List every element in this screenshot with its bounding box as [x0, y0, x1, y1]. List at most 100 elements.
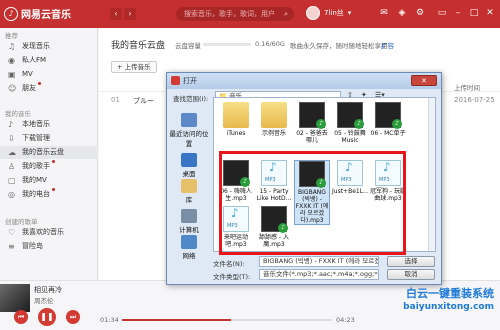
chevron-left-icon: ‹: [114, 9, 118, 18]
sidebar-item-liked[interactable]: ♡ 我喜欢的音乐: [0, 226, 98, 239]
sidebar-item-label: 我的MV: [22, 176, 47, 184]
now-playing-artist[interactable]: 周杰伦: [34, 295, 54, 305]
album-cover[interactable]: [0, 284, 30, 312]
file-item[interactable]: ♪ 02 - 爸爸去哪儿: [294, 102, 330, 144]
sidebar-item-discover[interactable]: ♫ 发现音乐: [0, 40, 98, 53]
computer-icon: [181, 209, 197, 223]
music-icon: ♫: [8, 42, 16, 51]
recent-icon: [181, 113, 197, 127]
pause-icon: ❚❚: [40, 312, 54, 321]
close-icon[interactable]: ✕: [484, 7, 496, 19]
expand-link[interactable]: 扩容: [381, 40, 394, 50]
filetype-label: 文件类型(T):: [213, 273, 251, 281]
sidebar-item-playlist[interactable]: ≡ 冒险岛: [0, 240, 98, 253]
sidebar-item-label: 我的音乐云盘: [22, 148, 64, 156]
album-art-icon: ♪: [375, 102, 402, 129]
back-button[interactable]: ‹: [110, 8, 122, 20]
close-icon: ✕: [421, 77, 427, 85]
capacity-label: 云盘容量: [175, 42, 201, 50]
file-item[interactable]: ♪ 06 - MC单子: [370, 102, 406, 137]
sidebar-section-my-music: 我的音乐: [5, 110, 31, 118]
sidebar-item-my-mv[interactable]: ▢ 我的MV: [0, 174, 98, 187]
capacity-bar: [203, 43, 251, 46]
desktop-icon: [181, 153, 197, 167]
open-button[interactable]: 选择: [387, 256, 435, 267]
podcast-icon: ◎: [8, 190, 15, 199]
sidebar-item-label: 我的电台: [22, 190, 50, 198]
filetype-select[interactable]: 音乐文件(*.mp3;*.aac;*.m4a;*.ogg;*.wma): [259, 269, 379, 280]
nav-recent[interactable]: 最近访问的位置: [167, 113, 211, 148]
sidebar: 推荐 ♫ 发现音乐 ◉ 私人FM ▣ MV ☺ 朋友 我的音乐 ♪ 本地音乐 ⇩ 下载管理 …: [0, 28, 98, 280]
now-playing-title[interactable]: 相见再冷: [34, 285, 62, 295]
sidebar-section-playlists: 创建的歌单: [5, 218, 38, 226]
sidebar-item-label: 我喜欢的音乐: [22, 228, 64, 236]
download-icon: ⇩: [8, 134, 15, 143]
file-label: 02 - 爸爸去哪儿: [296, 130, 328, 144]
sidebar-item-download[interactable]: ⇩ 下载管理: [0, 132, 98, 145]
play-badge-icon: ♪: [354, 119, 364, 129]
app-logo-text: 网易云音乐: [21, 10, 71, 21]
upload-button[interactable]: + 上传音乐: [111, 61, 157, 73]
sidebar-item-label: 私人FM: [22, 56, 47, 64]
filename-field[interactable]: BIGBANG (빅뱅) - FXXK IT (에라 모르겠다).mp3: [259, 256, 379, 267]
upload-label: 上传音乐: [124, 63, 151, 71]
prev-button[interactable]: ⏮: [14, 310, 28, 324]
capacity-value: 0.16/60G: [255, 40, 285, 48]
playlist-icon: ≡: [8, 242, 15, 251]
column-upload-time[interactable]: 上传时间: [454, 82, 480, 92]
notification-dot: [52, 188, 55, 191]
sidebar-item-label: 冒险岛: [22, 242, 43, 250]
filename-label: 文件名(N):: [213, 260, 245, 268]
sidebar-item-label: 发现音乐: [22, 42, 50, 50]
avatar[interactable]: [306, 6, 320, 20]
settings-icon[interactable]: ⚙: [414, 7, 426, 19]
nav-computer[interactable]: 计算机: [167, 209, 211, 234]
sidebar-item-local[interactable]: ♪ 本地音乐: [0, 118, 98, 131]
mv-icon: ▢: [8, 176, 16, 185]
progress-bar[interactable]: [122, 319, 332, 321]
play-badge-icon: ♪: [392, 119, 402, 129]
pause-button[interactable]: ❚❚: [38, 308, 56, 326]
chevron-down-icon: ▾: [347, 9, 352, 17]
chevron-right-icon: ›: [128, 9, 132, 18]
sidebar-item-mv[interactable]: ▣ MV: [0, 68, 98, 81]
maximize-icon[interactable]: □: [468, 7, 480, 19]
file-item[interactable]: 示例音乐: [256, 102, 292, 137]
album-art-icon: ♪: [337, 102, 364, 129]
app-logo[interactable]: ♪ 网易云音乐: [4, 6, 71, 21]
dialog-close-button[interactable]: ✕: [411, 75, 437, 86]
cancel-button[interactable]: 取消: [387, 269, 435, 280]
sidebar-item-friends[interactable]: ☺ 朋友: [0, 82, 98, 95]
message-icon[interactable]: ✉: [378, 7, 390, 19]
folder-icon: [261, 102, 287, 128]
sidebar-item-podcast[interactable]: ◎ 我的电台: [0, 188, 98, 201]
sidebar-item-singer[interactable]: ♙ 我的歌手: [0, 160, 98, 173]
dialog-titlebar[interactable]: 打开 ✕: [167, 73, 441, 89]
notification-dot: [52, 160, 55, 163]
next-icon: ⏭: [69, 313, 77, 321]
sidebar-item-fm[interactable]: ◉ 私人FM: [0, 54, 98, 67]
file-item[interactable]: ♪ 05 - 铃鼓舞 Music: [332, 102, 368, 144]
search-input[interactable]: 搜索音乐，歌手，歌词，用户 ⌕: [176, 7, 294, 21]
file-item[interactable]: iTunes: [218, 102, 254, 137]
watermark-title: 白云一键重装系统: [406, 287, 494, 300]
search-icon[interactable]: ⌕: [284, 7, 288, 21]
nav-library[interactable]: 库: [167, 179, 211, 204]
skin-icon[interactable]: ◈: [396, 7, 408, 19]
nav-label: 桌面: [182, 170, 196, 178]
friends-icon: ☺: [8, 84, 17, 93]
sidebar-section-recommend: 推荐: [5, 32, 18, 40]
next-button[interactable]: ⏭: [66, 310, 80, 324]
file-label: iTunes: [226, 130, 246, 137]
nav-desktop[interactable]: 桌面: [167, 153, 211, 178]
mini-mode-icon[interactable]: ▭: [436, 7, 448, 19]
scrollbar[interactable]: [428, 98, 435, 251]
nav-network[interactable]: 网络: [167, 235, 211, 260]
time-current: 01:34: [100, 316, 119, 324]
search-placeholder: 搜索音乐，歌手，歌词，用户: [184, 10, 275, 18]
user-profile[interactable]: 7lin丝 ▾: [306, 6, 351, 20]
minimize-icon[interactable]: –: [452, 7, 464, 19]
forward-button[interactable]: ›: [124, 8, 136, 20]
sidebar-item-label: MV: [22, 70, 33, 78]
sidebar-item-cloud[interactable]: ☁ 我的音乐云盘: [0, 146, 98, 159]
